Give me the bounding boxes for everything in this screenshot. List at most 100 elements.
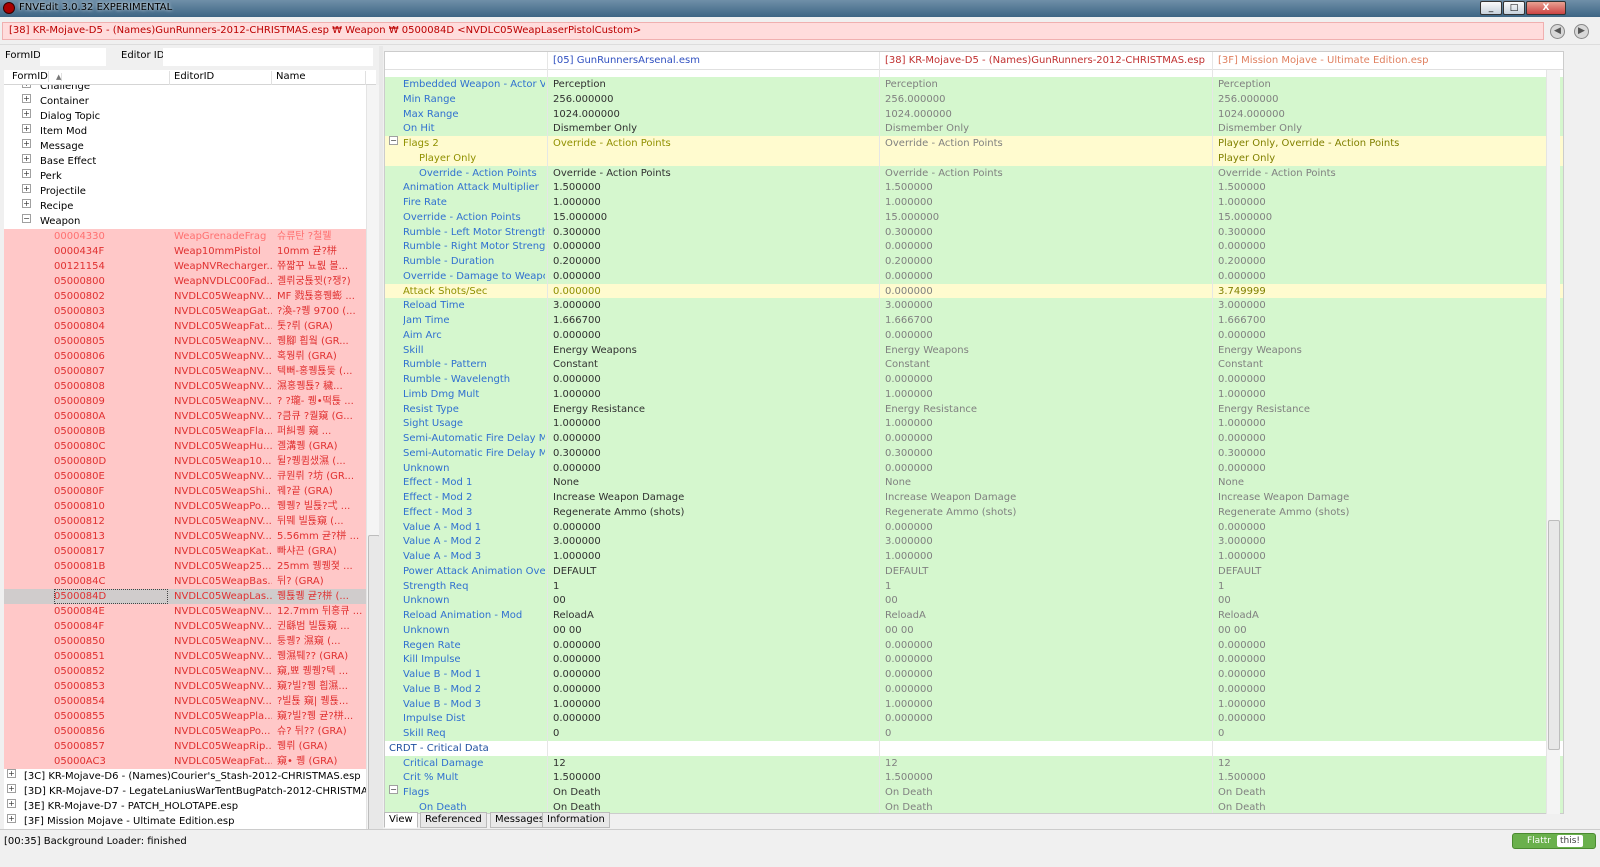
grid-row[interactable]: Jam Time 1.666700 1.666700 1.666700 — [385, 313, 1563, 328]
field-value-v2[interactable]: Override - Action Points — [885, 136, 1205, 151]
field-value-v1[interactable]: 0.000000 — [553, 431, 873, 446]
grid-row[interactable]: Resist Type Energy Resistance Energy Resis… — [385, 401, 1563, 417]
grid-row[interactable]: Kill Impulse 0.000000 0.000000 0.000000 — [385, 652, 1563, 668]
field-value-v2[interactable]: 0.000000 — [885, 269, 1205, 284]
tree-record-row[interactable]: 0500080E NVDLC05WeapNV... 큐뭔뤼 ?坊 (GR... — [4, 469, 366, 484]
field-value-v1[interactable]: 3.000000 — [553, 298, 873, 313]
grid-row[interactable]: Crit % Mult 1.500000 1.500000 1.500000 — [385, 770, 1563, 786]
back-icon[interactable]: ◀ — [1550, 24, 1565, 39]
tree-group-row[interactable]: + Dialog Topic — [4, 109, 366, 124]
field-value-v3[interactable]: 1.000000 — [1218, 195, 1538, 210]
field-value-v1[interactable]: 0.000000 — [553, 461, 873, 476]
field-value-v3[interactable]: On Death — [1218, 800, 1538, 813]
field-value-v2[interactable]: ReloadA — [885, 608, 1205, 623]
grid-row[interactable]: Override - Damage to Weapo... 0.000000 0.0… — [385, 268, 1563, 284]
collapse-icon[interactable]: − — [389, 785, 398, 794]
field-value-v2[interactable]: 1 — [885, 579, 1205, 594]
field-value-v3[interactable]: Energy Weapons — [1218, 343, 1538, 358]
tree-record-row[interactable]: 05000813 NVDLC05WeapNV... 5.56mm 귣?栟 ... — [4, 529, 366, 544]
panel-splitter[interactable] — [379, 46, 383, 829]
record-path-field[interactable]: [38] KR-Mojave-D5 - (Names)GunRunners-20… — [2, 22, 1544, 40]
grid-row[interactable]: Skill Req 0 0 0 — [385, 726, 1563, 741]
field-value-v3[interactable]: 0.000000 — [1218, 682, 1538, 697]
grid-row[interactable]: Rumble - Left Motor Strength 0.300000 0.30… — [385, 224, 1563, 240]
field-value-v1[interactable]: Constant — [553, 357, 873, 372]
record-tree[interactable]: + Challenge + Container + Dialog Topic + Item M… — [4, 85, 366, 859]
grid-row[interactable]: Fire Rate 1.000000 1.000000 1.000000 — [385, 195, 1563, 210]
field-value-v2[interactable]: 1024.000000 — [885, 107, 1205, 122]
tree-record-row[interactable]: 05000857 NVDLC05WeapRip... 퀭뤼 (GRA) — [4, 739, 366, 754]
field-value-v3[interactable]: 1.500000 — [1218, 180, 1538, 195]
tree-file-row[interactable]: + [3D] KR-Mojave-D7 - LegateLaniusWarTent… — [4, 784, 366, 799]
field-value-v3[interactable]: 0.200000 — [1218, 254, 1538, 269]
field-value-v2[interactable]: 0.300000 — [885, 446, 1205, 461]
tree-group-row[interactable]: + Perk — [4, 169, 366, 184]
grid-row[interactable]: Embedded Weapon - Actor V... Perception Pe… — [385, 77, 1563, 92]
grid-row[interactable]: Aim Arc 0.000000 0.000000 0.000000 — [385, 327, 1563, 343]
field-value-v1[interactable]: 3.000000 — [553, 534, 873, 549]
field-value-v2[interactable]: 0.000000 — [885, 652, 1205, 667]
field-value-v2[interactable]: On Death — [885, 800, 1205, 813]
tree-record-row[interactable]: 05000856 NVDLC05WeapPo... 슈? 뒤?? (GRA) — [4, 724, 366, 739]
field-value-v1[interactable]: 0.000000 — [553, 328, 873, 343]
field-value-v2[interactable]: 0.000000 — [885, 431, 1205, 446]
expand-icon[interactable]: + — [22, 184, 31, 193]
field-value-v2[interactable]: 1.666700 — [885, 313, 1205, 328]
grid-row[interactable]: Limb Dmg Mult 1.000000 1.000000 1.000000 — [385, 386, 1563, 402]
field-value-v3[interactable]: 0.000000 — [1218, 652, 1538, 667]
field-value-v1[interactable]: 0.000000 — [553, 667, 873, 682]
tree-record-row[interactable]: 0500084F NVDLC05WeapNV... 귄繇범 빌툕窺 ... — [4, 619, 366, 634]
field-value-v3[interactable]: 0.000000 — [1218, 638, 1538, 653]
field-value-v1[interactable]: Perception — [553, 77, 873, 92]
grid-row[interactable]: Unknown 0.000000 0.000000 0.000000 — [385, 460, 1563, 476]
field-value-v1[interactable]: 1.000000 — [553, 387, 873, 402]
tree-record-row[interactable]: 05000851 NVDLC05WeapNV... 퀭濕퉤?? (GRA) — [4, 649, 366, 664]
grid-row[interactable]: Effect - Mod 2 Increase Weapon Damage Incr… — [385, 490, 1563, 505]
grid-row[interactable]: Unknown 00 00 00 00 00 00 — [385, 622, 1563, 638]
tree-group-row[interactable]: + Challenge — [4, 85, 366, 94]
field-value-v1[interactable]: Energy Resistance — [553, 402, 873, 417]
expand-icon[interactable]: + — [22, 169, 31, 178]
tree-record-row[interactable]: 05000809 NVDLC05WeapNV... ? ?瓏- 퀭•떡툕 ... — [4, 394, 366, 409]
forward-icon[interactable]: ▶ — [1574, 24, 1589, 39]
expand-icon[interactable]: + — [7, 769, 16, 778]
tree-record-row[interactable]: 05000852 NVDLC05WeapNV... 窺,뾰 퀭퀭?텍 ... — [4, 664, 366, 679]
tree-record-row[interactable]: 05000808 NVDLC05WeapNV... 濕홍퀭툕? 穢... — [4, 379, 366, 394]
grid-row[interactable]: Reload Animation - Mod ReloadA ReloadA Relo… — [385, 608, 1563, 623]
field-value-v1[interactable]: 0.000000 — [553, 520, 873, 535]
tree-record-row[interactable]: 05000853 NVDLC05WeapNV... 窺?빌?퀭 흽濕... — [4, 679, 366, 694]
field-value-v1[interactable]: 0.200000 — [553, 254, 873, 269]
field-value-v2[interactable]: 3.000000 — [885, 534, 1205, 549]
grid-row[interactable]: Value B - Mod 1 0.000000 0.000000 0.000000 — [385, 667, 1563, 682]
tree-scrollbar[interactable] — [366, 85, 380, 859]
grid-scrollbar[interactable] — [1546, 70, 1560, 814]
field-value-v2[interactable]: 0.000000 — [885, 682, 1205, 697]
field-value-v3[interactable]: 1.000000 — [1218, 416, 1538, 431]
field-value-v3[interactable]: 0 — [1218, 726, 1538, 741]
field-value-v1[interactable]: 0.000000 — [553, 711, 873, 726]
field-value-v2[interactable]: 1.000000 — [885, 549, 1205, 564]
grid-scroll-thumb[interactable] — [1548, 520, 1560, 750]
tree-record-row[interactable]: 0500084C NVDLC05WeapBas... 뒤? (GRA) — [4, 574, 366, 589]
tree-group-row[interactable]: + Projectile — [4, 184, 366, 199]
field-value-v2[interactable]: 0.200000 — [885, 254, 1205, 269]
field-value-v1[interactable]: 0.000000 — [553, 682, 873, 697]
field-value-v3[interactable]: 0.000000 — [1218, 239, 1538, 254]
tree-record-row[interactable]: 05000803 NVDLC05WeapGat... ?渙-?퀭 9700 (... — [4, 304, 366, 319]
field-value-v3[interactable]: 00 00 — [1218, 623, 1538, 638]
field-value-v3[interactable]: Perception — [1218, 77, 1538, 92]
tree-record-row[interactable]: 05000812 NVDLC05WeapNV... 뒤뭬 빌툕窺 (... — [4, 514, 366, 529]
tree-record-row[interactable]: 05000800 WeapNVDLC00Fad... 곌뤼궁툕뀟(?쟁?) — [4, 274, 366, 289]
field-value-v2[interactable]: Increase Weapon Damage — [885, 490, 1205, 505]
field-value-v3[interactable]: 1024.000000 — [1218, 107, 1538, 122]
grid-col-gunrunnersarsenal[interactable]: [05] GunRunnersArsenal.esm — [553, 55, 700, 66]
tree-record-row[interactable]: 05000802 NVDLC05WeapNV... MF 戮툕홍퀭蟛 ... — [4, 289, 366, 304]
field-value-v3[interactable]: Player Only — [1218, 151, 1538, 166]
tree-record-row[interactable]: 05000804 NVDLC05WeapFat... 톳?뤼 (GRA) — [4, 319, 366, 334]
grid-row[interactable]: Semi-Automatic Fire Delay M... 0.300000 0.… — [385, 445, 1563, 461]
field-value-v2[interactable]: Dismember Only — [885, 121, 1205, 136]
field-value-v2[interactable]: 0.000000 — [885, 667, 1205, 682]
grid-row[interactable]: Value B - Mod 2 0.000000 0.000000 0.000000 — [385, 681, 1563, 697]
field-value-v3[interactable]: 0.300000 — [1218, 446, 1538, 461]
tree-record-row[interactable]: 05000806 NVDLC05WeapNV... 혹뭥뤼 (GRA) — [4, 349, 366, 364]
